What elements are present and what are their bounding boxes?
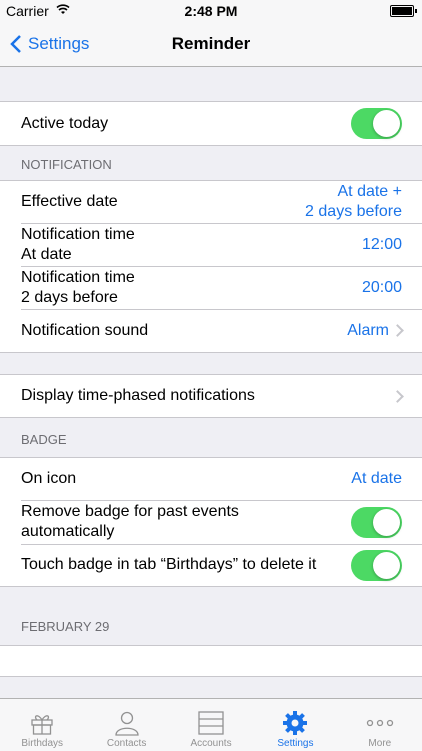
notification-time-before-value: 20:00: [361, 278, 402, 296]
notification-sound-label: Notification sound: [21, 321, 149, 339]
chevron-right-icon: [391, 389, 404, 403]
notification-time-label-line1: Notification time: [21, 225, 135, 243]
february-29-header: FEBRUARY 29: [21, 619, 110, 634]
more-icon: [366, 719, 393, 727]
tab-more-label: More: [368, 738, 392, 749]
on-icon-value: At date: [351, 470, 402, 487]
active-section: Active today: [0, 101, 422, 146]
tab-accounts-label: Accounts: [190, 738, 232, 749]
tab-accounts[interactable]: Accounts: [169, 699, 253, 751]
on-icon-row[interactable]: On icon At date: [0, 458, 422, 500]
effective-date-row[interactable]: Effective date At date + 2 days before: [0, 181, 422, 223]
badge-header: BADGE: [21, 432, 67, 447]
notification-time-label-line2: At date: [21, 245, 72, 263]
february-29-section: [0, 645, 422, 677]
touch-badge-row: Touch badge in tab “Birthdays” to delete…: [0, 544, 422, 586]
display-time-phased-label: Display time-phased notifications: [21, 387, 255, 404]
remove-badge-line1: Remove badge for past events: [21, 503, 239, 520]
gift-icon: [31, 715, 53, 735]
notification-time-before-label: Notification time 2 days before: [21, 268, 135, 308]
effective-date-value-line1: At date +: [337, 183, 403, 200]
tab-more[interactable]: More: [338, 699, 422, 751]
notification-header: NOTIFICATION: [21, 157, 112, 172]
notification-time-before-row[interactable]: Notification time 2 days before 20:00: [0, 266, 422, 309]
badge-section: On icon At date Remove badge for past ev…: [0, 457, 422, 587]
remove-badge-toggle[interactable]: [351, 506, 402, 538]
page-title: Reminder: [171, 34, 251, 53]
tab-bar: Birthdays Contacts Accounts Settings Mor…: [0, 698, 422, 751]
display-time-phased-row[interactable]: Display time-phased notifications: [0, 375, 422, 417]
active-today-row: Active today: [0, 102, 422, 145]
notification-sound-value-text: Alarm: [347, 321, 389, 339]
tab-birthdays[interactable]: Birthdays: [0, 699, 84, 751]
chevron-right-icon: [391, 323, 404, 337]
notification-time-before-line2: 2 days before: [21, 288, 118, 306]
battery-icon: [390, 5, 417, 17]
notification-time-at-date-row[interactable]: Notification time At date 12:00: [0, 223, 422, 266]
on-icon-label: On icon: [21, 470, 77, 487]
effective-date-value: At date + 2 days before: [305, 182, 402, 222]
effective-date-label: Effective date: [21, 193, 118, 210]
settings-list[interactable]: Active today NOTIFICATION Effective date…: [0, 67, 422, 698]
effective-date-value-line2: 2 days before: [305, 203, 402, 220]
tab-contacts-label: Contacts: [106, 738, 147, 749]
remove-badge-row: Remove badge for past events automatical…: [0, 500, 422, 544]
notification-sound-value: Alarm: [347, 321, 404, 341]
active-today-label: Active today: [21, 114, 109, 132]
tab-settings[interactable]: Settings: [253, 699, 337, 751]
person-icon: [114, 711, 139, 736]
notification-time-at-date-value: 12:00: [361, 235, 402, 253]
accounts-icon: [198, 711, 224, 735]
remove-badge-label: Remove badge for past events automatical…: [21, 502, 239, 542]
tab-birthdays-label: Birthdays: [21, 738, 64, 749]
notification-time-before-line1: Notification time: [21, 268, 135, 286]
gear-icon: [283, 711, 308, 735]
phased-section: Display time-phased notifications: [0, 374, 422, 418]
tab-settings-label: Settings: [277, 738, 314, 749]
active-today-toggle[interactable]: [351, 108, 402, 139]
remove-badge-line2: automatically: [21, 523, 115, 540]
navigation-bar: Settings Reminder: [0, 22, 422, 67]
tab-contacts[interactable]: Contacts: [84, 699, 168, 751]
notification-sound-row[interactable]: Notification sound Alarm: [0, 309, 422, 352]
notification-time-at-date-label: Notification time At date: [21, 225, 135, 265]
notification-section: Effective date At date + 2 days before N…: [0, 180, 422, 353]
status-bar: Carrier 2:48 PM: [0, 0, 422, 22]
touch-badge-toggle[interactable]: [351, 549, 402, 581]
status-time: 2:48 PM: [184, 3, 238, 19]
touch-badge-label: Touch badge in tab “Birthdays” to delete…: [21, 556, 317, 573]
